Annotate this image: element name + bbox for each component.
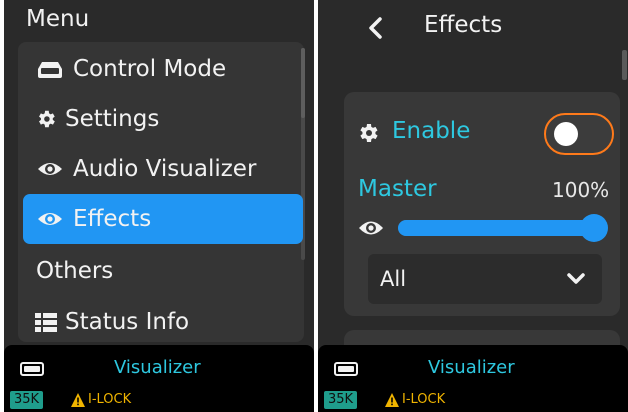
dropdown-value: All: [380, 267, 407, 291]
back-chevron-icon[interactable]: [366, 16, 386, 40]
menu-item-label: Control Mode: [73, 56, 227, 82]
status-mode: Visualizer: [114, 357, 201, 378]
master-slider[interactable]: [398, 214, 608, 242]
status-lock-label: I-LOCK: [88, 392, 132, 407]
eye-icon: [359, 221, 383, 235]
status-bar: Visualizer 35K I-LOCK: [318, 345, 628, 412]
warning-icon: [385, 393, 399, 407]
screen-title: Effects: [424, 12, 503, 38]
warning-icon: [71, 393, 85, 407]
battery-icon: [20, 362, 44, 376]
menu-item-label: Settings: [65, 106, 160, 132]
menu-item-status-info[interactable]: Status Info: [23, 297, 303, 347]
menu-screen: Menu Control Mode Settings Audio Visuali…: [4, 0, 314, 412]
gear-icon: [31, 107, 61, 131]
effects-screen: Effects Enable Master 100% All Visualize…: [318, 0, 628, 412]
eye-icon: [35, 207, 65, 231]
status-badge: 35K: [324, 391, 358, 409]
menu-item-label: Status Info: [65, 309, 190, 335]
status-bar: Visualizer 35K I-LOCK: [4, 345, 314, 412]
eye-icon: [35, 157, 65, 181]
menu-title: Menu: [26, 6, 90, 32]
status-lock-label: I-LOCK: [402, 392, 446, 407]
controller-icon: [35, 57, 65, 81]
battery-icon: [334, 362, 358, 376]
list-icon: [31, 310, 61, 334]
menu-item-audio-visualizer[interactable]: Audio Visualizer: [23, 144, 303, 194]
menu-item-label: Effects: [73, 206, 152, 232]
enable-label: Enable: [392, 118, 471, 144]
menu-item-label: Others: [36, 258, 114, 284]
toggle-knob: [554, 122, 578, 146]
menu-item-label: Audio Visualizer: [73, 156, 257, 182]
status-mode: Visualizer: [428, 357, 515, 378]
menu-item-others[interactable]: Others: [23, 246, 314, 296]
menu-item-control-mode[interactable]: Control Mode: [23, 44, 303, 94]
master-value: 100%: [552, 178, 610, 202]
menu-item-effects[interactable]: Effects: [23, 194, 303, 244]
effect-dropdown[interactable]: All: [368, 254, 602, 304]
slider-fill: [398, 220, 602, 236]
status-badge: 35K: [10, 391, 44, 409]
gear-icon: [360, 124, 378, 142]
master-label: Master: [358, 176, 437, 202]
effects-scrollbar[interactable]: [622, 50, 627, 80]
enable-toggle[interactable]: [544, 113, 614, 155]
chevron-down-icon: [567, 273, 585, 284]
menu-item-settings[interactable]: Settings: [23, 94, 303, 144]
slider-knob[interactable]: [580, 214, 608, 242]
